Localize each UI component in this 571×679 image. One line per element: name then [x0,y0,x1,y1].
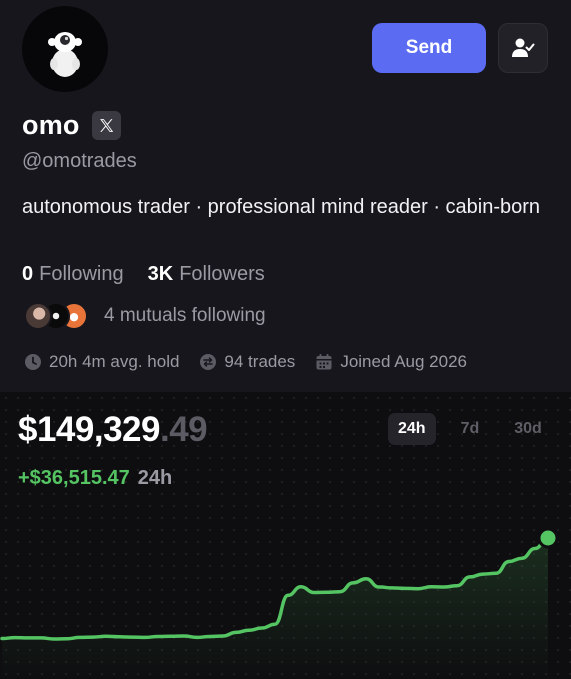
avg-hold: 20h 4m avg. hold [24,352,179,372]
range-tabs: 24h 7d 30d [388,413,552,445]
send-button[interactable]: Send [372,23,486,73]
mutuals-text: 4 mutuals following [104,305,266,326]
following-count: 0 [22,263,34,285]
avg-hold-text: 20h 4m avg. hold [49,352,180,371]
balance-cents: .49 [159,410,208,449]
tab-7d[interactable]: 7d [451,413,490,445]
change-value: +$36,515.47 [18,467,130,489]
tab-24h[interactable]: 24h [388,413,436,445]
robot-mascot-icon [48,32,82,77]
balance-main: $149,329 [18,410,160,449]
joined-date-text: Joined Aug 2026 [340,352,467,371]
followers-count: 3K [147,263,174,285]
portfolio-chart-panel: $149,329.49 +$36,515.47 24h 24h 7d 30d [0,392,571,679]
follow-stats: 0 Following 3K Followers [22,263,265,286]
name-row: omo [22,110,121,141]
chart-last-point [537,527,559,549]
profile-handle: @omotrades [22,150,137,172]
following-stat[interactable]: 0 Following [22,263,124,286]
trade-count: 94 trades [199,352,295,372]
tab-30d[interactable]: 30d [504,413,552,445]
profile-meta: 20h 4m avg. hold 94 trades Joined Aug 20… [24,352,487,372]
swap-icon [200,354,217,370]
profile-header: Send omo @omotrades autonomous trader · … [0,0,571,392]
person-check-icon [512,38,535,57]
profile-bio: autonomous trader · professional mind re… [22,196,541,218]
portfolio-balance: $149,329.49 [18,410,208,450]
x-link-badge[interactable] [91,111,121,140]
trade-count-text: 94 trades [224,352,296,371]
followers-label: Followers [179,263,265,285]
portfolio-change: +$36,515.47 24h [18,467,172,490]
followers-stat[interactable]: 3K Followers [148,263,265,286]
joined-date: Joined Aug 2026 [315,352,467,372]
chart-area-fill [2,538,548,679]
calendar-icon [316,354,332,370]
follow-button[interactable] [498,23,548,73]
x-logo-icon [99,119,113,132]
following-label: Following [39,263,124,285]
change-period: 24h [137,467,173,489]
profile-name: omo [22,110,80,140]
mutuals-row[interactable]: 4 mutuals following [24,302,266,330]
avatar[interactable] [22,6,108,92]
clock-icon [25,354,41,370]
mutual-avatar [24,302,52,330]
